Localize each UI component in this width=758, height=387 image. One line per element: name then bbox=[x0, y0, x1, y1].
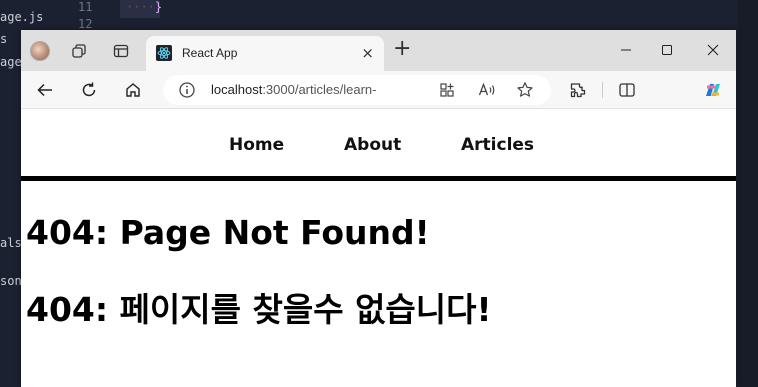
favorite-star-icon[interactable] bbox=[515, 80, 535, 100]
react-logo-icon bbox=[156, 45, 172, 61]
page-content: Home About Articles 404: Page Not Found!… bbox=[21, 109, 736, 387]
new-tab-button[interactable]: + bbox=[393, 38, 411, 60]
extensions-icon[interactable] bbox=[568, 80, 588, 100]
home-icon[interactable] bbox=[123, 80, 143, 100]
app-available-icon[interactable] bbox=[437, 80, 457, 100]
browser-window: React App × + localhost:3000/articles/le… bbox=[21, 30, 736, 387]
profile-avatar[interactable] bbox=[30, 41, 50, 61]
code-snippet: ····} bbox=[120, 0, 162, 18]
tab-title: React App bbox=[182, 46, 238, 60]
nav-link-about[interactable]: About bbox=[344, 135, 401, 155]
vertical-tabs-icon[interactable] bbox=[111, 41, 131, 61]
read-aloud-icon[interactable] bbox=[477, 80, 497, 100]
workspaces-icon[interactable] bbox=[69, 41, 89, 61]
page-title-korean: 404: 페이지를 찾을수 없습니다! bbox=[26, 290, 492, 329]
top-navigation: Home About Articles bbox=[21, 109, 736, 181]
tab-bar: React App × + bbox=[21, 30, 736, 71]
nav-link-articles[interactable]: Articles bbox=[461, 135, 534, 155]
address-bar[interactable]: localhost:3000/articles/learn- bbox=[163, 75, 551, 105]
page-title-english: 404: Page Not Found! bbox=[26, 213, 430, 252]
browser-toolbar: localhost:3000/articles/learn- bbox=[21, 71, 736, 109]
toolbar-divider bbox=[602, 82, 603, 98]
copilot-icon[interactable] bbox=[701, 78, 725, 102]
back-icon[interactable] bbox=[35, 80, 55, 100]
nav-link-home[interactable]: Home bbox=[229, 135, 284, 155]
refresh-icon[interactable] bbox=[79, 80, 99, 100]
site-info-icon[interactable] bbox=[177, 80, 197, 100]
split-screen-icon[interactable] bbox=[617, 80, 637, 100]
line-number: 12 bbox=[78, 17, 93, 31]
tab-close-icon[interactable]: × bbox=[361, 44, 374, 62]
close-window-icon[interactable] bbox=[703, 40, 723, 60]
explorer-fragment: s bbox=[0, 32, 8, 46]
maximize-icon[interactable] bbox=[657, 40, 677, 60]
url-text[interactable]: localhost:3000/articles/learn- bbox=[211, 82, 376, 97]
explorer-fragment: age bbox=[0, 55, 22, 69]
minimize-icon[interactable] bbox=[616, 40, 636, 60]
tab-react-app[interactable]: React App × bbox=[146, 36, 384, 71]
explorer-fragment: age.js bbox=[0, 10, 44, 24]
editor-scrollbar[interactable] bbox=[738, 0, 758, 387]
explorer-fragment: son bbox=[0, 274, 22, 288]
line-number: 11 bbox=[78, 0, 93, 14]
